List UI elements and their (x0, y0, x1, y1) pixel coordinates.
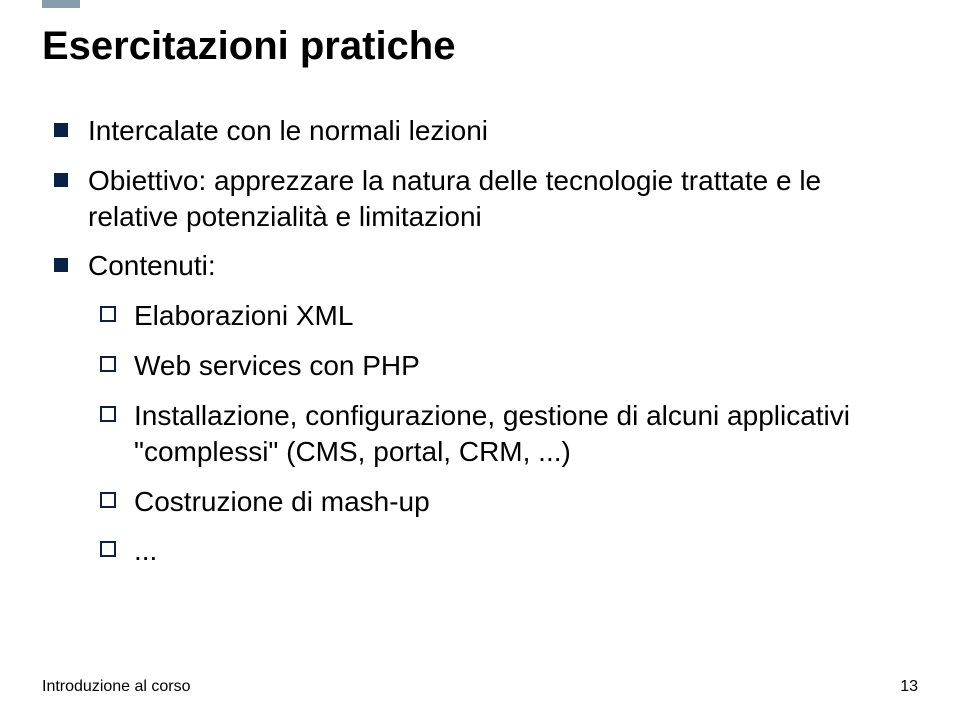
bullet-level2: Installazione, configurazione, gestione … (134, 398, 918, 470)
page-number: 13 (900, 678, 918, 696)
slide: Esercitazioni pratiche Intercalate con l… (0, 0, 960, 710)
slide-content: Intercalate con le normali lezioni Obiet… (42, 113, 918, 569)
bullet-text: Costruzione di mash-up (134, 486, 430, 517)
footer-text: Introduzione al corso (42, 678, 191, 696)
bullet-level1: Contenuti: (88, 248, 918, 284)
bullet-text: Contenuti: (88, 250, 216, 281)
bullet-level2: Elaborazioni XML (134, 298, 918, 334)
hollow-square-icon (100, 492, 116, 508)
bullet-level1: Intercalate con le normali lezioni (88, 113, 918, 149)
hollow-square-icon (100, 306, 116, 322)
bullet-text: ... (134, 535, 157, 566)
hollow-square-icon (100, 356, 116, 372)
bullet-level2: Web services con PHP (134, 348, 918, 384)
accent-bar (42, 0, 80, 8)
bullet-level2: Costruzione di mash-up (134, 484, 918, 520)
bullet-text: Intercalate con le normali lezioni (88, 115, 488, 146)
hollow-square-icon (100, 406, 116, 422)
bullet-text: Installazione, configurazione, gestione … (134, 400, 850, 467)
hollow-square-icon (100, 541, 116, 557)
bullet-level2: ... (134, 533, 918, 569)
bullet-text: Elaborazioni XML (134, 300, 353, 331)
square-bullet-icon (54, 123, 68, 137)
square-bullet-icon (54, 173, 68, 187)
bullet-level1: Obiettivo: apprezzare la natura delle te… (88, 163, 918, 235)
bullet-text: Web services con PHP (134, 350, 420, 381)
bullet-text: Obiettivo: apprezzare la natura delle te… (88, 165, 821, 232)
square-bullet-icon (54, 258, 68, 272)
slide-title: Esercitazioni pratiche (42, 24, 918, 69)
